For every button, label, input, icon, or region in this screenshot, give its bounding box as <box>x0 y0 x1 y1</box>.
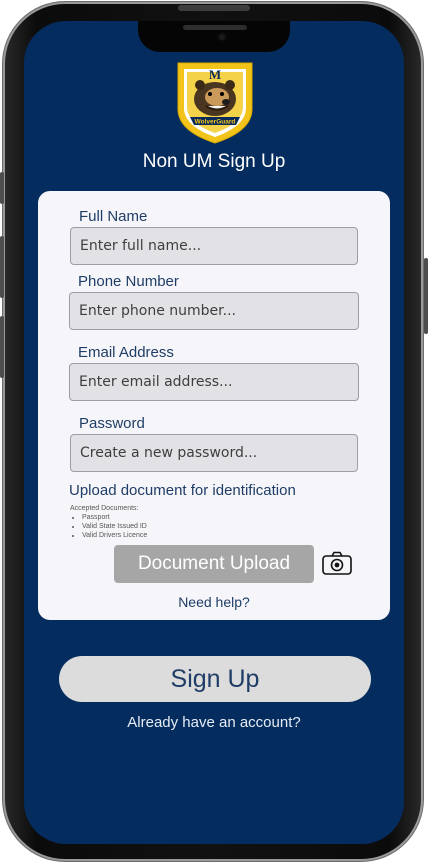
accepted-item-passport: Passport <box>82 513 147 522</box>
front-camera <box>217 32 227 42</box>
full-name-label: Full Name <box>79 208 148 225</box>
email-address-label: Email Address <box>78 344 174 361</box>
mute-switch <box>0 172 4 204</box>
notch-speaker <box>183 25 247 30</box>
password-input[interactable]: Create a new password... <box>70 434 358 472</box>
volume-down-button <box>0 316 4 378</box>
accepted-documents: Accepted Documents: Passport Valid State… <box>70 504 147 540</box>
logo-banner-text: WolverGuard <box>195 119 236 126</box>
svg-text:M: M <box>209 67 221 82</box>
volume-up-button <box>0 236 4 298</box>
need-help-link[interactable]: Need help? <box>38 594 390 610</box>
document-upload-button[interactable]: Document Upload <box>114 545 314 583</box>
full-name-input[interactable]: Enter full name... <box>70 227 358 265</box>
password-label: Password <box>79 415 145 432</box>
sign-up-button[interactable]: Sign Up <box>59 656 371 702</box>
accepted-documents-list: Passport Valid State Issued ID Valid Dri… <box>70 513 147 540</box>
accepted-documents-title: Accepted Documents: <box>70 505 139 512</box>
page-title: Non UM Sign Up <box>142 151 286 172</box>
wolverguard-logo: M WolverGuard <box>177 62 253 144</box>
email-address-input[interactable]: Enter email address... <box>69 363 359 401</box>
phone-number-label: Phone Number <box>78 273 179 290</box>
notch <box>138 21 290 52</box>
phone-number-input[interactable]: Enter phone number... <box>69 292 359 330</box>
camera-icon[interactable] <box>322 551 352 575</box>
app-screen: M WolverGuard Non UM Sign Up Full Name E… <box>24 21 404 844</box>
upload-heading: Upload document for identification <box>69 482 296 499</box>
accepted-item-state-id: Valid State Issued ID <box>82 522 147 531</box>
accepted-item-drivers-licence: Valid Drivers Licence <box>82 531 147 540</box>
signup-form-card: Full Name Enter full name... Phone Numbe… <box>38 191 390 620</box>
already-have-account-link[interactable]: Already have an account? <box>24 714 404 731</box>
earpiece <box>178 5 250 11</box>
power-button <box>424 258 428 334</box>
